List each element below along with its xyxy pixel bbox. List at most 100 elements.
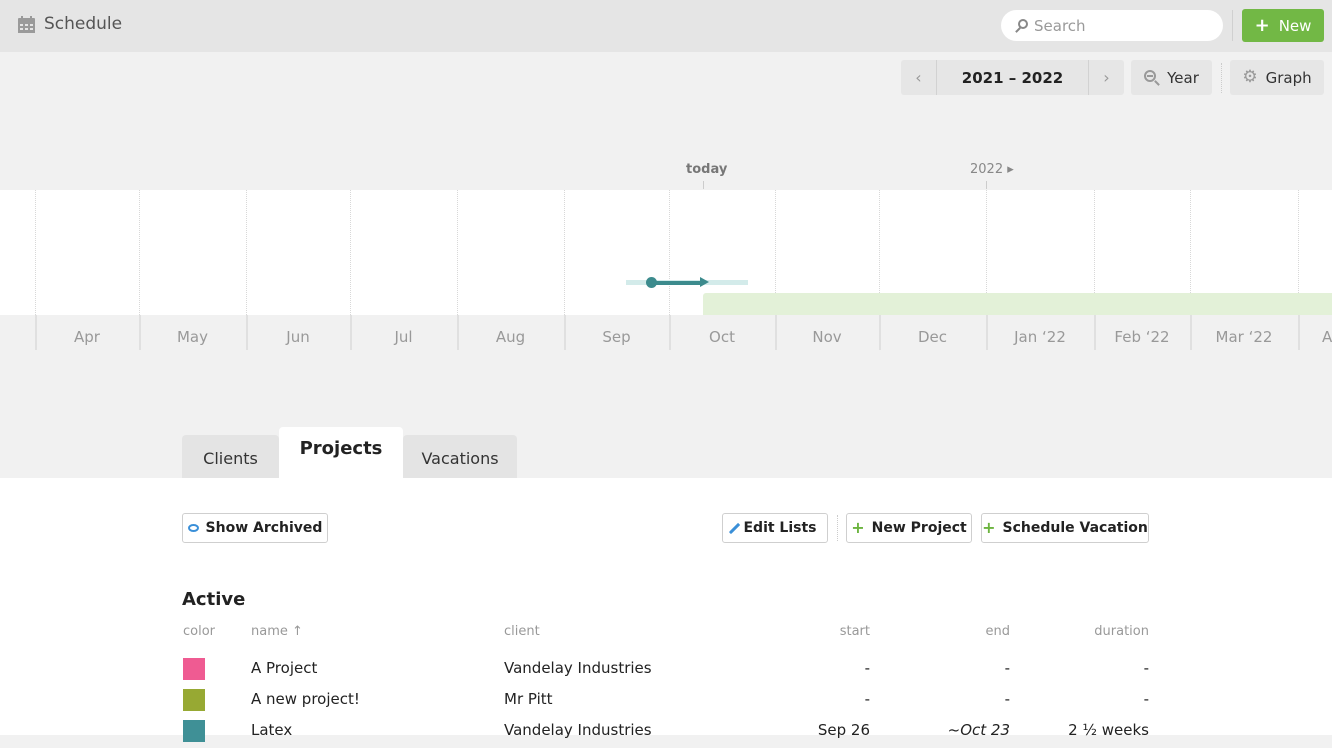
month-divider bbox=[669, 315, 671, 350]
month-divider bbox=[139, 315, 141, 350]
month-gridline bbox=[669, 190, 670, 315]
prev-range-button[interactable]: ‹ bbox=[901, 60, 936, 95]
month-label: May bbox=[176, 328, 208, 346]
tab-vacations[interactable]: Vacations bbox=[403, 435, 517, 478]
header-divider bbox=[1232, 10, 1233, 41]
search-input[interactable] bbox=[1034, 16, 1204, 35]
next-range-button[interactable]: › bbox=[1089, 60, 1124, 95]
project-client: Vandelay Industries bbox=[504, 721, 652, 739]
month-gridline bbox=[350, 190, 351, 315]
month-divider bbox=[879, 315, 881, 350]
project-start: Sep 26 bbox=[817, 721, 870, 739]
project-bar[interactable] bbox=[651, 281, 701, 285]
project-start: - bbox=[864, 659, 870, 677]
month-divider bbox=[457, 315, 459, 350]
project-end: - bbox=[1004, 659, 1010, 677]
column-header-end[interactable]: end bbox=[910, 624, 1011, 639]
month-label: Dec bbox=[917, 328, 948, 346]
month-gridline bbox=[457, 190, 458, 315]
tab-projects[interactable]: Projects bbox=[279, 427, 403, 478]
edit-lists-label: Edit Lists bbox=[743, 520, 817, 536]
date-range-control: ‹ 2021 – 2022 › bbox=[901, 60, 1124, 95]
zoom-level-button[interactable]: Year bbox=[1131, 60, 1212, 95]
calendar-icon bbox=[18, 15, 35, 33]
plus-icon: + bbox=[1254, 14, 1270, 36]
month-label: Sep bbox=[602, 328, 631, 346]
month-axis: Apr May Jun Jul Aug Sep Oct Nov Dec Jan ‘22 Feb ‘2… bbox=[0, 315, 1332, 350]
pencil-icon bbox=[729, 522, 741, 534]
schedule-vacation-label: Schedule Vacation bbox=[1002, 520, 1148, 536]
month-label: Aug bbox=[495, 328, 526, 346]
month-label: Jul bbox=[394, 328, 413, 346]
today-tick bbox=[703, 181, 704, 189]
plus-icon: + bbox=[982, 518, 996, 537]
chevron-right-icon: › bbox=[1103, 68, 1110, 87]
month-label: Jun bbox=[286, 328, 310, 346]
project-duration: 2 ½ weeks bbox=[1068, 721, 1149, 739]
controls-divider bbox=[1221, 63, 1222, 93]
month-label: Feb ‘22 bbox=[1114, 328, 1170, 346]
vacation-bar[interactable] bbox=[703, 293, 1332, 315]
plus-icon: + bbox=[851, 518, 865, 537]
app-title: Schedule bbox=[18, 14, 122, 34]
new-button-label: New bbox=[1278, 16, 1312, 35]
chevron-left-icon: ‹ bbox=[915, 68, 922, 87]
table-row[interactable]: A Project Vandelay Industries - - - bbox=[0, 655, 1332, 686]
year-tick bbox=[986, 181, 987, 189]
project-client: Mr Pitt bbox=[504, 690, 553, 708]
tab-clients[interactable]: Clients bbox=[182, 435, 279, 478]
date-range-label: 2021 – 2022 bbox=[961, 68, 1064, 87]
column-header-color[interactable]: color bbox=[183, 624, 215, 639]
project-color-swatch[interactable] bbox=[183, 689, 205, 711]
show-archived-button[interactable]: Show Archived bbox=[182, 513, 328, 543]
project-arrow-icon bbox=[700, 277, 709, 287]
graph-view-button[interactable]: ⚙ Graph bbox=[1230, 60, 1324, 95]
project-name[interactable]: A new project! bbox=[251, 690, 360, 708]
project-color-swatch[interactable] bbox=[183, 720, 205, 742]
project-duration: - bbox=[1143, 690, 1149, 708]
actions-divider bbox=[837, 515, 838, 541]
app-title-text: Schedule bbox=[44, 14, 123, 34]
column-header-start[interactable]: start bbox=[770, 624, 870, 639]
month-label: Jan ‘22 bbox=[1014, 328, 1066, 346]
column-header-duration[interactable]: duration bbox=[1010, 624, 1149, 639]
month-label: Mar ‘22 bbox=[1215, 328, 1273, 346]
project-duration: - bbox=[1143, 659, 1149, 677]
project-client: Vandelay Industries bbox=[504, 659, 652, 677]
show-archived-label: Show Archived bbox=[205, 520, 323, 536]
project-end: - bbox=[1004, 690, 1010, 708]
table-row[interactable]: A new project! Mr Pitt - - - bbox=[0, 686, 1332, 717]
year-marker-label: 2022 ▸ bbox=[970, 162, 1014, 177]
month-divider bbox=[1298, 315, 1300, 350]
column-header-name[interactable]: name ↑ bbox=[251, 624, 303, 639]
project-color-swatch[interactable] bbox=[183, 658, 205, 680]
edit-lists-button[interactable]: Edit Lists bbox=[722, 513, 828, 543]
month-gridline bbox=[246, 190, 247, 315]
eye-icon bbox=[187, 524, 199, 532]
top-bar: Schedule + New bbox=[0, 0, 1332, 52]
month-gridline bbox=[35, 190, 36, 315]
month-label: Oct bbox=[709, 328, 735, 346]
graph-view-label: Graph bbox=[1265, 68, 1312, 87]
project-name[interactable]: Latex bbox=[251, 721, 292, 739]
month-label: Apr bbox=[74, 328, 100, 346]
schedule-vacation-button[interactable]: + Schedule Vacation bbox=[981, 513, 1149, 543]
section-title-active: Active bbox=[182, 589, 246, 610]
project-name[interactable]: A Project bbox=[251, 659, 317, 677]
zoom-out-icon bbox=[1144, 70, 1160, 86]
column-header-client[interactable]: client bbox=[504, 624, 540, 639]
month-divider bbox=[986, 315, 988, 350]
table-row[interactable]: Latex Vandelay Industries Sep 26 ~Oct 23 2 ½… bbox=[0, 717, 1332, 748]
search-box[interactable] bbox=[1001, 10, 1223, 41]
project-start: - bbox=[864, 690, 870, 708]
project-start-dot[interactable] bbox=[646, 277, 657, 288]
project-end: ~Oct 23 bbox=[947, 721, 1010, 739]
month-label: Nov bbox=[812, 328, 842, 346]
new-project-label: New Project bbox=[871, 520, 967, 536]
new-project-button[interactable]: + New Project bbox=[846, 513, 972, 543]
month-gridline bbox=[564, 190, 565, 315]
month-label: A bbox=[1322, 328, 1332, 346]
new-button[interactable]: + New bbox=[1242, 9, 1324, 42]
today-marker-label: today bbox=[686, 162, 728, 177]
search-icon bbox=[1014, 18, 1028, 33]
